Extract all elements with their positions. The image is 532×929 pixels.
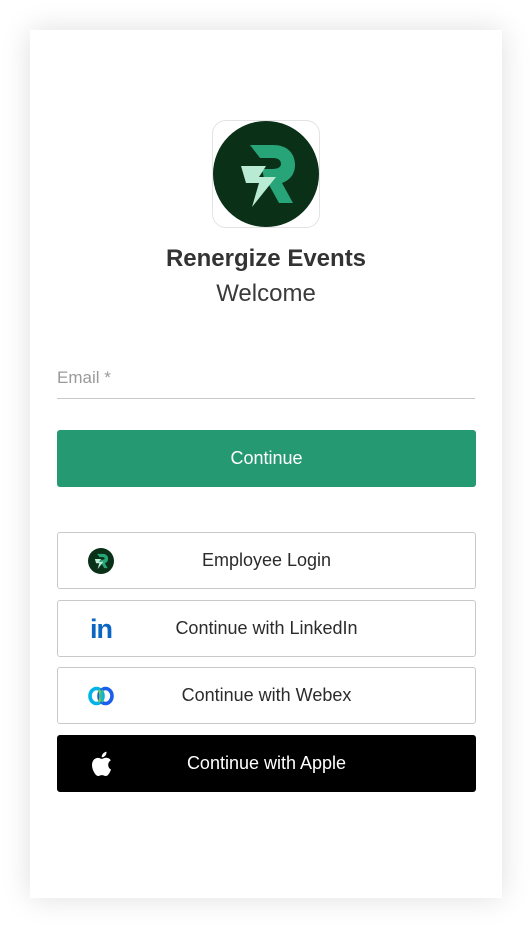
apple-login-label: Continue with Apple: [186, 753, 347, 773]
apple-icon: [86, 750, 116, 778]
apple-login-button[interactable]: Continue with Apple: [57, 735, 476, 792]
continue-button[interactable]: Continue: [57, 430, 476, 487]
renergize-logo-icon: [86, 547, 116, 575]
renergize-logo-icon: [213, 121, 319, 227]
email-field[interactable]: [57, 358, 475, 399]
linkedin-login-button[interactable]: in Continue with LinkedIn: [57, 600, 476, 657]
webex-login-label: Continue with Webex: [181, 685, 352, 705]
welcome-heading: Welcome: [216, 280, 316, 307]
brand-logo: [212, 120, 320, 228]
webex-login-button[interactable]: Continue with Webex: [57, 667, 476, 724]
webex-icon: [86, 682, 116, 710]
employee-login-label: Employee Login: [201, 550, 332, 570]
employee-login-button[interactable]: Employee Login: [57, 532, 476, 589]
brand-title: Renergize Events: [165, 245, 367, 272]
login-card: Renergize Events Welcome Continue Employ…: [30, 30, 502, 898]
linkedin-icon: in: [90, 613, 113, 644]
linkedin-login-label: Continue with LinkedIn: [175, 618, 358, 638]
